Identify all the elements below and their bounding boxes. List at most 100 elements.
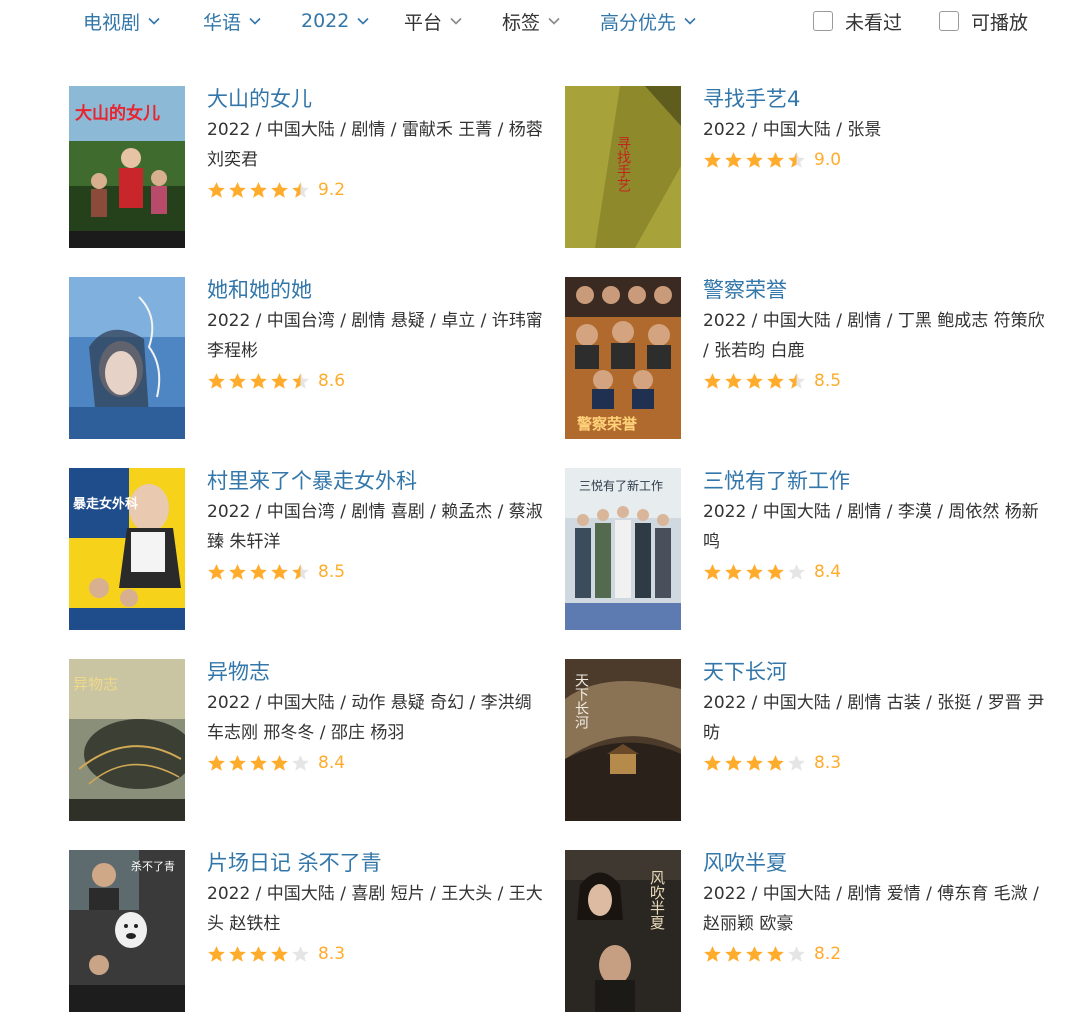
- star-full-icon: [208, 945, 225, 962]
- star-full-icon: [271, 181, 288, 198]
- item-info: 村里来了个暴走女外科 2022 / 中国台湾 / 剧情 喜剧 / 赖孟杰 / 蔡…: [207, 468, 552, 585]
- item-meta: 2022 / 中国大陆 / 喜剧 短片 / 王大头 / 王大头 赵铁柱: [207, 884, 543, 934]
- rating-score: 8.4: [814, 562, 842, 582]
- filter-tags[interactable]: 标签: [502, 6, 560, 36]
- filter-label: 高分优先: [600, 11, 677, 34]
- rating-score: 8.3: [814, 753, 842, 773]
- star-full-icon: [704, 151, 721, 168]
- chevron-down-icon: [249, 17, 261, 25]
- poster-image[interactable]: 风吹半夏: [565, 850, 681, 1012]
- chevron-down-icon: [684, 17, 696, 25]
- item-title[interactable]: 异物志: [207, 659, 552, 685]
- list-item: 杀不了青 片场日记 杀不了青 2022 / 中国大陆 / 喜剧 短片 / 王大头…: [69, 850, 549, 1015]
- filter-platform[interactable]: 平台: [404, 6, 462, 36]
- poster-title: 寻找手艺: [615, 136, 631, 192]
- star-full-icon: [704, 563, 721, 580]
- filter-region[interactable]: 华语: [203, 6, 261, 36]
- star-rating: [703, 372, 808, 391]
- item-rating: 8.5: [207, 559, 552, 585]
- poster-image[interactable]: 警察荣誉: [565, 277, 681, 439]
- item-title[interactable]: 寻找手艺4: [703, 86, 1048, 112]
- checkbox-box[interactable]: [813, 11, 833, 31]
- poster-art: 暴走女外科: [69, 468, 185, 630]
- item-title[interactable]: 大山的女儿: [207, 86, 552, 112]
- rating-score: 8.6: [318, 371, 346, 391]
- poster-image[interactable]: 暴走女外科: [69, 468, 185, 630]
- star-full-icon: [229, 181, 246, 198]
- item-title[interactable]: 村里来了个暴走女外科: [207, 468, 552, 494]
- star-full-icon: [250, 754, 267, 771]
- poster-title: 警察荣誉: [576, 415, 638, 433]
- item-rating: 8.5: [703, 368, 1048, 394]
- star-empty-icon: [788, 563, 805, 580]
- star-full-icon: [208, 754, 225, 771]
- poster-image[interactable]: [69, 277, 185, 439]
- star-full-icon: [725, 372, 742, 389]
- checkbox-box[interactable]: [939, 11, 959, 31]
- item-title[interactable]: 天下长河: [703, 659, 1048, 685]
- star-full-icon: [704, 754, 721, 771]
- list-item: 她和她的她 2022 / 中国台湾 / 剧情 悬疑 / 卓立 / 许玮甯 李程彬…: [69, 277, 549, 442]
- poster-art: 三悦有了新工作: [565, 468, 681, 630]
- poster-art: 寻找手艺: [565, 86, 681, 248]
- item-rating: 8.3: [703, 750, 1048, 776]
- star-full-icon: [271, 563, 288, 580]
- item-info: 她和她的她 2022 / 中国台湾 / 剧情 悬疑 / 卓立 / 许玮甯 李程彬…: [207, 277, 552, 394]
- poster-title: 风吹半夏: [648, 870, 666, 930]
- star-full-icon: [271, 372, 288, 389]
- filter-sort[interactable]: 高分优先: [600, 6, 696, 36]
- poster-art: 风吹半夏: [565, 850, 681, 1012]
- filter-label: 电视剧: [83, 11, 141, 34]
- star-half-icon: [292, 372, 309, 389]
- star-full-icon: [208, 181, 225, 198]
- chevron-down-icon: [357, 17, 369, 25]
- star-full-icon: [229, 945, 246, 962]
- star-rating: [207, 754, 312, 773]
- rating-score: 8.3: [318, 944, 346, 964]
- poster-image[interactable]: 杀不了青: [69, 850, 185, 1012]
- star-full-icon: [746, 151, 763, 168]
- list-item: 天下长河 天下长河 2022 / 中国大陆 / 剧情 古装 / 张挺 / 罗晋 …: [565, 659, 1045, 824]
- star-empty-icon: [788, 754, 805, 771]
- poster-art: 天下长河: [565, 659, 681, 821]
- item-meta: 2022 / 中国台湾 / 剧情 悬疑 / 卓立 / 许玮甯 李程彬: [207, 311, 543, 361]
- item-title[interactable]: 风吹半夏: [703, 850, 1048, 876]
- poster-image[interactable]: 天下长河: [565, 659, 681, 821]
- star-full-icon: [746, 945, 763, 962]
- poster-title: 暴走女外科: [72, 496, 138, 512]
- star-rating: [703, 151, 808, 170]
- playable-checkbox[interactable]: 可播放: [939, 6, 1028, 36]
- star-full-icon: [767, 945, 784, 962]
- star-empty-icon: [292, 754, 309, 771]
- star-full-icon: [746, 563, 763, 580]
- item-meta: 2022 / 中国大陆 / 剧情 / 李漠 / 周依然 杨新鸣: [703, 502, 1039, 552]
- item-title[interactable]: 警察荣誉: [703, 277, 1048, 303]
- poster-title: 杀不了青: [131, 859, 175, 873]
- item-rating: 9.0: [703, 147, 1048, 173]
- star-rating: [207, 563, 312, 582]
- list-item: 寻找手艺 寻找手艺4 2022 / 中国大陆 / 张景 9.0: [565, 86, 1045, 251]
- item-title[interactable]: 片场日记 杀不了青: [207, 850, 552, 876]
- filter-type[interactable]: 电视剧: [83, 6, 160, 36]
- poster-image[interactable]: 三悦有了新工作: [565, 468, 681, 630]
- star-half-icon: [292, 563, 309, 580]
- star-full-icon: [250, 372, 267, 389]
- item-title[interactable]: 她和她的她: [207, 277, 552, 303]
- item-rating: 9.2: [207, 177, 552, 203]
- poster-image[interactable]: 大山的女儿: [69, 86, 185, 248]
- poster-title: 三悦有了新工作: [579, 478, 663, 493]
- star-empty-icon: [292, 945, 309, 962]
- item-info: 天下长河 2022 / 中国大陆 / 剧情 古装 / 张挺 / 罗晋 尹昉 8.…: [703, 659, 1048, 776]
- item-info: 寻找手艺4 2022 / 中国大陆 / 张景 9.0: [703, 86, 1048, 173]
- poster-image[interactable]: 寻找手艺: [565, 86, 681, 248]
- item-rating: 8.2: [703, 941, 1048, 967]
- filter-year[interactable]: 2022: [301, 6, 369, 36]
- unwatched-checkbox[interactable]: 未看过: [813, 6, 902, 36]
- item-title[interactable]: 三悦有了新工作: [703, 468, 1048, 494]
- item-info: 三悦有了新工作 2022 / 中国大陆 / 剧情 / 李漠 / 周依然 杨新鸣 …: [703, 468, 1048, 585]
- poster-art: 警察荣誉: [565, 277, 681, 439]
- poster-image[interactable]: 异物志: [69, 659, 185, 821]
- item-meta: 2022 / 中国大陆 / 剧情 古装 / 张挺 / 罗晋 尹昉: [703, 693, 1045, 743]
- star-full-icon: [250, 181, 267, 198]
- star-full-icon: [229, 563, 246, 580]
